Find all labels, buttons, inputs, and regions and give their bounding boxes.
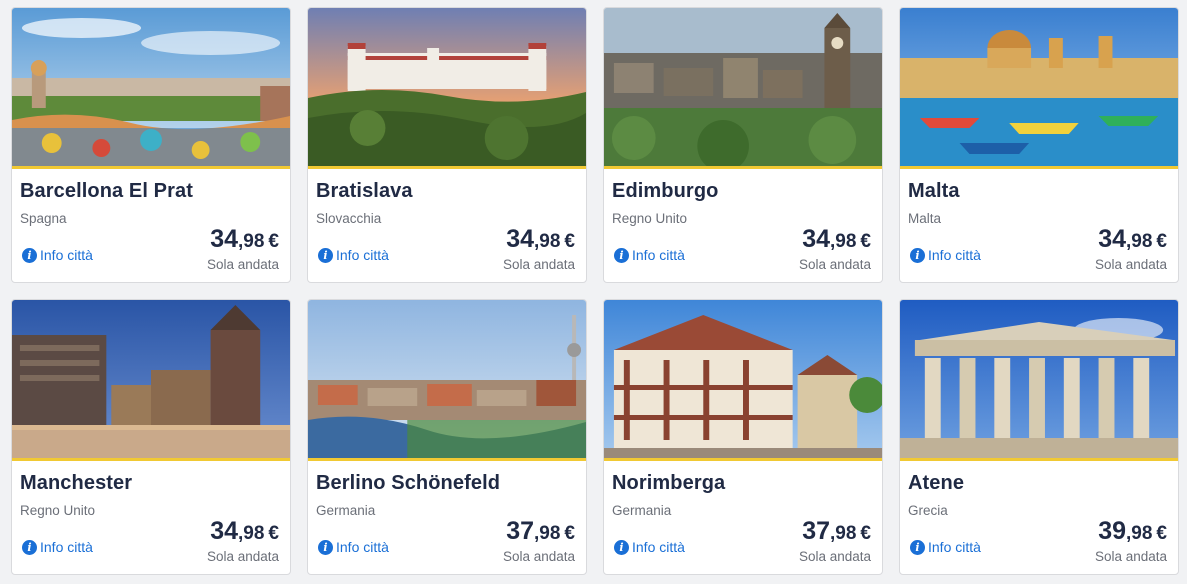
info-city-label: Info città xyxy=(632,539,685,555)
destination-card-malta[interactable]: Malta Malta i Info città 34,98 € Sola and… xyxy=(899,7,1179,283)
destination-image xyxy=(604,8,882,166)
destination-image xyxy=(900,300,1178,458)
info-city-label: Info città xyxy=(40,247,93,263)
price-integer: 34 xyxy=(506,225,534,253)
info-city-link[interactable]: i Info città xyxy=(318,247,389,263)
info-icon: i xyxy=(614,539,629,555)
price-decimal: ,98 xyxy=(534,523,561,544)
trip-type: Sola andata xyxy=(798,549,871,564)
price: 34,98 € xyxy=(799,225,871,257)
price-currency: € xyxy=(1156,231,1167,252)
info-city-link[interactable]: i Info città xyxy=(22,247,93,263)
price: 34,98 € xyxy=(207,517,279,549)
city-name: Barcellona El Prat xyxy=(20,180,193,202)
destination-card-edimburgo[interactable]: Edimburgo Regno Unito i Info città 34,98… xyxy=(603,7,883,283)
info-city-label: Info città xyxy=(336,247,389,263)
price: 34,98 € xyxy=(1095,225,1167,257)
trip-type: Sola andata xyxy=(1094,549,1167,564)
price: 34,98 € xyxy=(503,225,575,257)
city-name: Bratislava xyxy=(316,180,413,202)
info-city-label: Info città xyxy=(928,539,981,555)
info-icon: i xyxy=(910,247,925,263)
destination-card-norimberga[interactable]: Norimberga Germania i Info città 37,98 € … xyxy=(603,299,883,575)
info-city-link[interactable]: i Info città xyxy=(614,539,685,555)
destination-card-berlino[interactable]: Berlino Schönefeld Germania i Info città… xyxy=(307,299,587,575)
price: 37,98 € xyxy=(799,517,871,549)
price-integer: 37 xyxy=(802,517,830,545)
price-decimal: ,98 xyxy=(830,231,857,252)
destination-card-manchester[interactable]: Manchester Regno Unito i Info città 34,9… xyxy=(11,299,291,575)
info-city-link[interactable]: i Info città xyxy=(318,539,389,555)
price-decimal: ,98 xyxy=(1126,523,1153,544)
info-city-link[interactable]: i Info città xyxy=(910,247,981,263)
city-name: Malta xyxy=(908,180,960,202)
info-city-link[interactable]: i Info città xyxy=(614,247,685,263)
destination-grid: Barcellona El Prat Spagna i Info città 3… xyxy=(0,0,1187,584)
destination-image xyxy=(308,8,586,166)
trip-type: Sola andata xyxy=(798,257,871,272)
info-icon: i xyxy=(318,247,333,263)
price-currency: € xyxy=(268,231,279,252)
destination-image xyxy=(12,8,290,166)
price-decimal: ,98 xyxy=(238,523,265,544)
trip-type: Sola andata xyxy=(206,549,279,564)
trip-type: Sola andata xyxy=(502,257,575,272)
price-decimal: ,98 xyxy=(238,231,265,252)
price-block: 37,98 € Sola andata xyxy=(799,517,871,565)
price-integer: 34 xyxy=(210,517,238,545)
info-icon: i xyxy=(22,539,37,555)
info-city-label: Info città xyxy=(40,539,93,555)
price: 39,98 € xyxy=(1095,517,1167,549)
price-currency: € xyxy=(564,231,575,252)
price-block: 34,98 € Sola andata xyxy=(799,225,871,273)
price-integer: 34 xyxy=(1098,225,1126,253)
destination-image xyxy=(12,300,290,458)
info-icon: i xyxy=(910,539,925,555)
price-block: 34,98 € Sola andata xyxy=(207,225,279,273)
price-block: 34,98 € Sola andata xyxy=(207,517,279,565)
info-city-label: Info città xyxy=(928,247,981,263)
price-currency: € xyxy=(860,231,871,252)
price-currency: € xyxy=(268,523,279,544)
city-name: Norimberga xyxy=(612,472,726,494)
info-icon: i xyxy=(614,247,629,263)
price-currency: € xyxy=(1156,523,1167,544)
info-icon: i xyxy=(22,247,37,263)
city-name: Edimburgo xyxy=(612,180,719,202)
trip-type: Sola andata xyxy=(206,257,279,272)
price-integer: 37 xyxy=(506,517,534,545)
price-block: 34,98 € Sola andata xyxy=(1095,225,1167,273)
city-name: Atene xyxy=(908,472,965,494)
price-integer: 34 xyxy=(210,225,238,253)
price-block: 39,98 € Sola andata xyxy=(1095,517,1167,565)
info-icon: i xyxy=(318,539,333,555)
city-name: Manchester xyxy=(20,472,133,494)
price-decimal: ,98 xyxy=(1126,231,1153,252)
price-block: 34,98 € Sola andata xyxy=(503,225,575,273)
price-integer: 34 xyxy=(802,225,830,253)
price-integer: 39 xyxy=(1098,517,1126,545)
info-city-label: Info città xyxy=(632,247,685,263)
destination-image xyxy=(604,300,882,458)
destination-card-barcellona[interactable]: Barcellona El Prat Spagna i Info città 3… xyxy=(11,7,291,283)
price: 37,98 € xyxy=(503,517,575,549)
trip-type: Sola andata xyxy=(502,549,575,564)
price-currency: € xyxy=(564,523,575,544)
city-name: Berlino Schönefeld xyxy=(316,472,501,494)
info-city-label: Info città xyxy=(336,539,389,555)
info-city-link[interactable]: i Info città xyxy=(910,539,981,555)
price: 34,98 € xyxy=(207,225,279,257)
info-city-link[interactable]: i Info città xyxy=(22,539,93,555)
price-currency: € xyxy=(860,523,871,544)
destination-image xyxy=(308,300,586,458)
price-block: 37,98 € Sola andata xyxy=(503,517,575,565)
destination-card-atene[interactable]: Atene Grecia i Info città 39,98 € Sola an… xyxy=(899,299,1179,575)
price-decimal: ,98 xyxy=(830,523,857,544)
trip-type: Sola andata xyxy=(1094,257,1167,272)
price-decimal: ,98 xyxy=(534,231,561,252)
destination-image xyxy=(900,8,1178,166)
destination-card-bratislava[interactable]: Bratislava Slovacchia i Info città 34,98… xyxy=(307,7,587,283)
